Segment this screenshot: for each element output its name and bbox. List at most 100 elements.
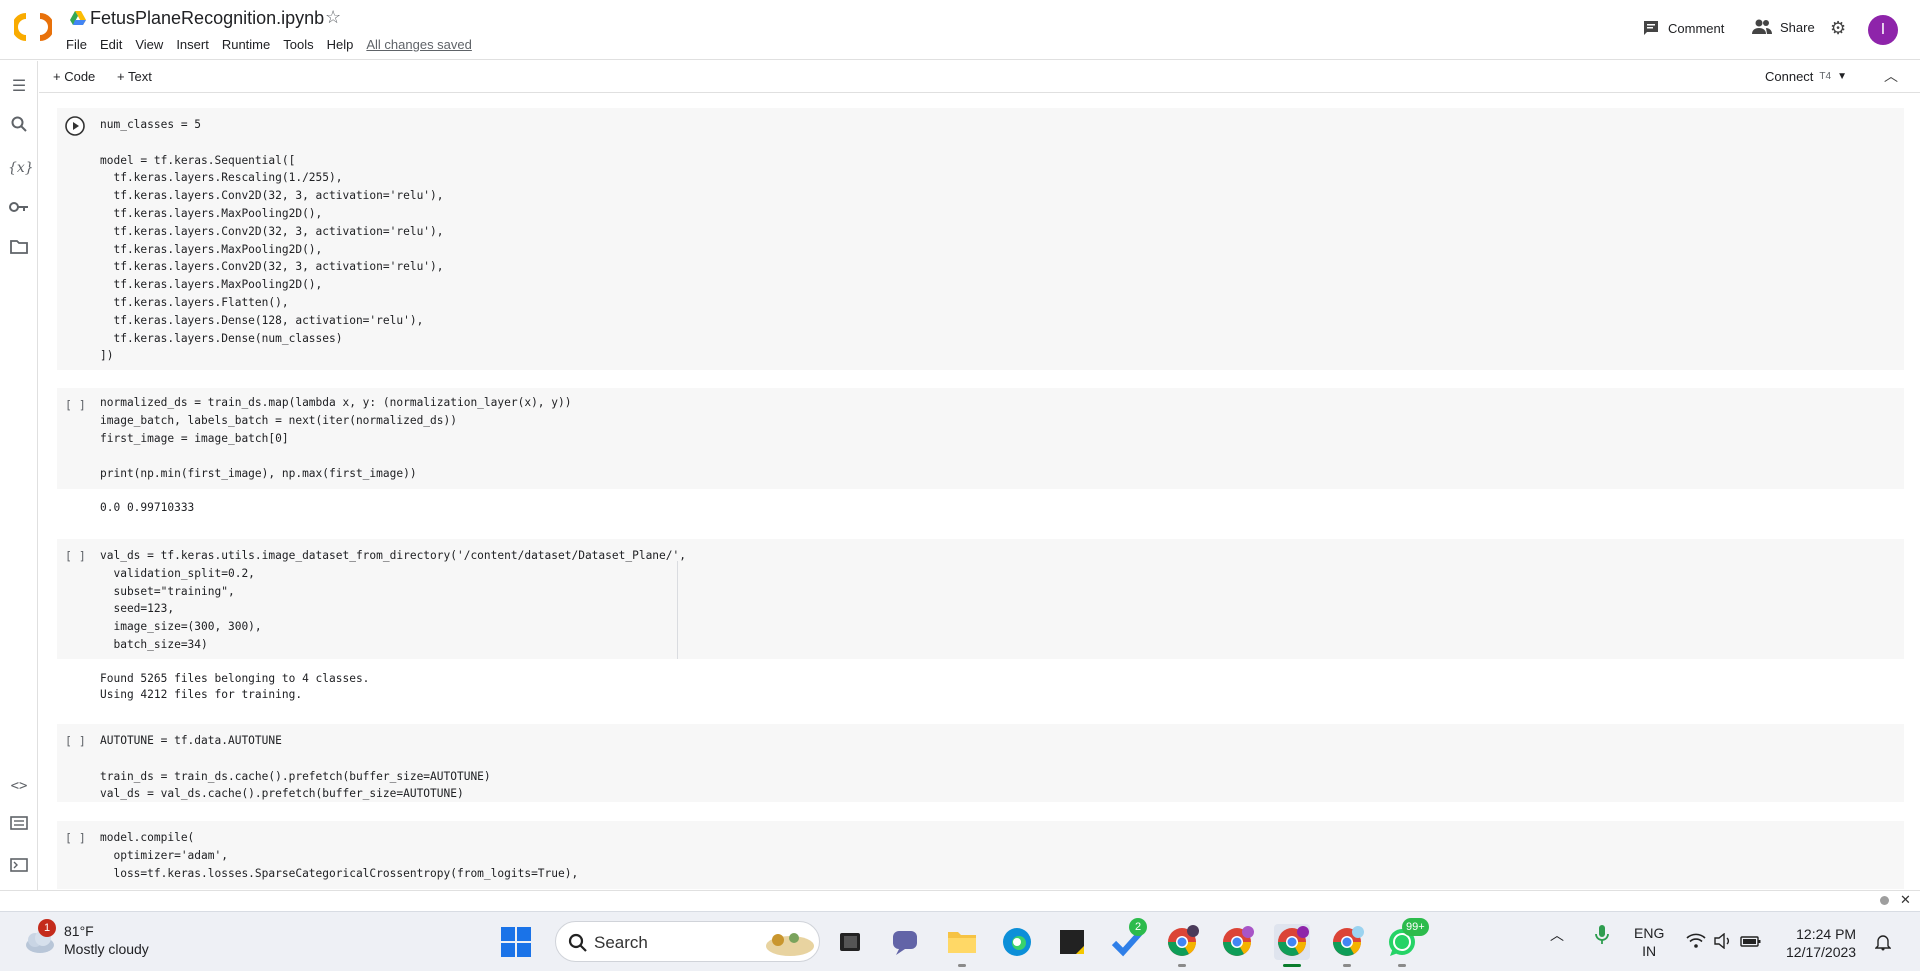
file-explorer-app[interactable]	[944, 924, 980, 967]
close-icon[interactable]: ✕	[1900, 892, 1911, 908]
notebook-toolbar: + Code + Text Connect T4 ▼ ︿	[39, 61, 1920, 93]
menu-file[interactable]: File	[66, 37, 87, 52]
system-tray: ︿	[1550, 924, 1610, 946]
cell-output: 0.0 0.99710333	[100, 501, 195, 514]
chevron-up-icon[interactable]: ︿	[1550, 925, 1564, 945]
code-line: batch_size=34)	[100, 637, 208, 651]
run-cell-icon[interactable]	[65, 116, 85, 136]
windows-taskbar: 1 81°F Mostly cloudy Search 2 99+ ︿ ENG …	[0, 911, 1920, 971]
chrome-icon	[1223, 926, 1254, 956]
search-icon	[568, 933, 587, 952]
run-cell-bracket[interactable]: [ ]	[65, 734, 86, 748]
menu-view[interactable]: View	[135, 37, 163, 52]
run-cell-bracket[interactable]: [ ]	[65, 549, 86, 563]
code-line: optimizer='adam',	[100, 848, 228, 862]
code-line: num_classes = 5	[100, 118, 202, 131]
run-cell-bracket[interactable]: [ ]	[65, 831, 86, 845]
user-avatar[interactable]: I	[1868, 15, 1898, 45]
whatsapp-app[interactable]: 99+	[1384, 918, 1429, 967]
code-line: tf.keras.layers.Conv2D(32, 3, activation…	[100, 224, 444, 238]
running-indicator	[1178, 964, 1186, 967]
chat-icon	[893, 931, 917, 955]
save-status[interactable]: All changes saved	[366, 37, 472, 52]
task-view-icon	[840, 933, 860, 951]
output-line: Found 5265 files belonging to 4 classes.	[100, 672, 370, 685]
table-of-contents-icon[interactable]: ☰	[8, 76, 30, 98]
menu-bar: File Edit View Insert Runtime Tools Help…	[66, 37, 485, 52]
sticky-notes-app[interactable]	[1054, 924, 1090, 960]
taskbar-search-box[interactable]: Search	[555, 921, 820, 962]
code-editor[interactable]: num_classes = 5 model = tf.keras.Sequent…	[100, 116, 444, 365]
task-view-app[interactable]	[832, 924, 868, 960]
windows-start-icon[interactable]	[501, 927, 531, 957]
status-strip: ✕	[0, 890, 1920, 910]
code-editor[interactable]: model.compile( optimizer='adam', loss=tf…	[100, 829, 578, 882]
connect-runtime-button[interactable]: Connect T4 ▼	[1765, 69, 1847, 84]
weather-widget[interactable]: 1 81°F Mostly cloudy	[22, 919, 149, 958]
code-cell[interactable]: [ ] val_ds = tf.keras.utils.image_datase…	[57, 539, 1904, 659]
variables-icon[interactable]: {x}	[8, 157, 34, 179]
system-clock[interactable]: 12:24 PM 12/17/2023	[1786, 925, 1856, 961]
menu-tools[interactable]: Tools	[283, 37, 313, 52]
quick-settings[interactable]	[1686, 933, 1762, 949]
chrome-icon	[1333, 926, 1364, 956]
menu-insert[interactable]: Insert	[176, 37, 209, 52]
menu-help[interactable]: Help	[327, 37, 354, 52]
menu-edit[interactable]: Edit	[100, 37, 122, 52]
chrome-active-app[interactable]	[1274, 924, 1310, 967]
terminal-icon[interactable]	[8, 857, 30, 879]
add-code-button[interactable]: + Code	[53, 69, 95, 84]
run-cell-bracket[interactable]: [ ]	[65, 398, 86, 412]
code-line: tf.keras.layers.Conv2D(32, 3, activation…	[100, 189, 444, 203]
share-button[interactable]: Share	[1752, 19, 1815, 35]
star-icon[interactable]: ☆	[325, 7, 341, 28]
code-cell[interactable]: num_classes = 5 model = tf.keras.Sequent…	[57, 108, 1904, 370]
microphone-icon[interactable]	[1594, 924, 1610, 946]
cell-output: Found 5265 files belonging to 4 classes.…	[100, 671, 369, 703]
code-cell[interactable]: [ ] model.compile( optimizer='adam', los…	[57, 821, 1904, 889]
folder-icon	[948, 932, 976, 953]
add-text-button[interactable]: + Text	[117, 69, 152, 84]
code-editor[interactable]: val_ds = tf.keras.utils.image_dataset_fr…	[100, 547, 686, 654]
code-line: tf.keras.layers.Dense(128, activation='r…	[100, 313, 424, 327]
code-editor[interactable]: normalized_ds = train_ds.map(lambda x, y…	[100, 394, 571, 483]
chrome-profile-app[interactable]	[1219, 924, 1255, 960]
secrets-key-icon[interactable]	[8, 198, 30, 220]
code-line: tf.keras.layers.Conv2D(32, 3, activation…	[100, 260, 444, 274]
chevron-down-icon[interactable]: ▼	[1837, 71, 1847, 82]
people-icon	[1752, 19, 1772, 34]
code-line: image_batch, labels_batch = next(iter(no…	[100, 413, 457, 427]
notification-badge: 99+	[1402, 918, 1429, 936]
drive-icon[interactable]	[70, 11, 86, 25]
comment-button[interactable]: Comment	[1642, 19, 1724, 37]
edge-browser-app[interactable]	[999, 924, 1035, 960]
code-line: subset="training",	[100, 584, 235, 598]
command-palette-icon[interactable]	[8, 815, 30, 837]
comment-label: Comment	[1668, 20, 1725, 36]
chrome-icon	[1168, 925, 1199, 956]
notebook-cells: num_classes = 5 model = tf.keras.Sequent…	[39, 94, 1920, 889]
code-line: validation_split=0.2,	[100, 566, 255, 580]
code-line: train_ds = train_ds.cache().prefetch(buf…	[100, 769, 491, 783]
code-line: tf.keras.layers.MaxPooling2D(),	[100, 206, 323, 220]
chrome-profile-app[interactable]	[1329, 924, 1365, 967]
notebook-title[interactable]: FetusPlaneRecognition.ipynb	[90, 8, 324, 29]
language-indicator[interactable]: ENG IN	[1634, 924, 1664, 960]
files-folder-icon[interactable]	[8, 239, 30, 261]
code-editor[interactable]: AUTOTUNE = tf.data.AUTOTUNE train_ds = t…	[100, 732, 491, 803]
microsoft-todo-app[interactable]: 2	[1109, 918, 1147, 960]
code-snippets-icon[interactable]: <>	[8, 775, 30, 797]
code-line: AUTOTUNE = tf.data.AUTOTUNE	[100, 734, 282, 747]
settings-gear-icon[interactable]: ⚙	[1830, 18, 1846, 39]
notification-bell-icon[interactable]	[1875, 933, 1891, 951]
search-icon[interactable]	[8, 116, 30, 138]
sticky-notes-icon	[1060, 930, 1084, 954]
chrome-app[interactable]	[1164, 924, 1200, 967]
cloud-icon: 1	[22, 919, 56, 957]
colab-logo[interactable]	[14, 12, 52, 42]
teams-chat-app[interactable]	[887, 924, 923, 960]
menu-runtime[interactable]: Runtime	[222, 37, 270, 52]
chevron-up-icon[interactable]: ︿	[1884, 66, 1898, 86]
code-cell[interactable]: [ ] normalized_ds = train_ds.map(lambda …	[57, 388, 1904, 489]
code-cell[interactable]: [ ] AUTOTUNE = tf.data.AUTOTUNE train_ds…	[57, 724, 1904, 802]
